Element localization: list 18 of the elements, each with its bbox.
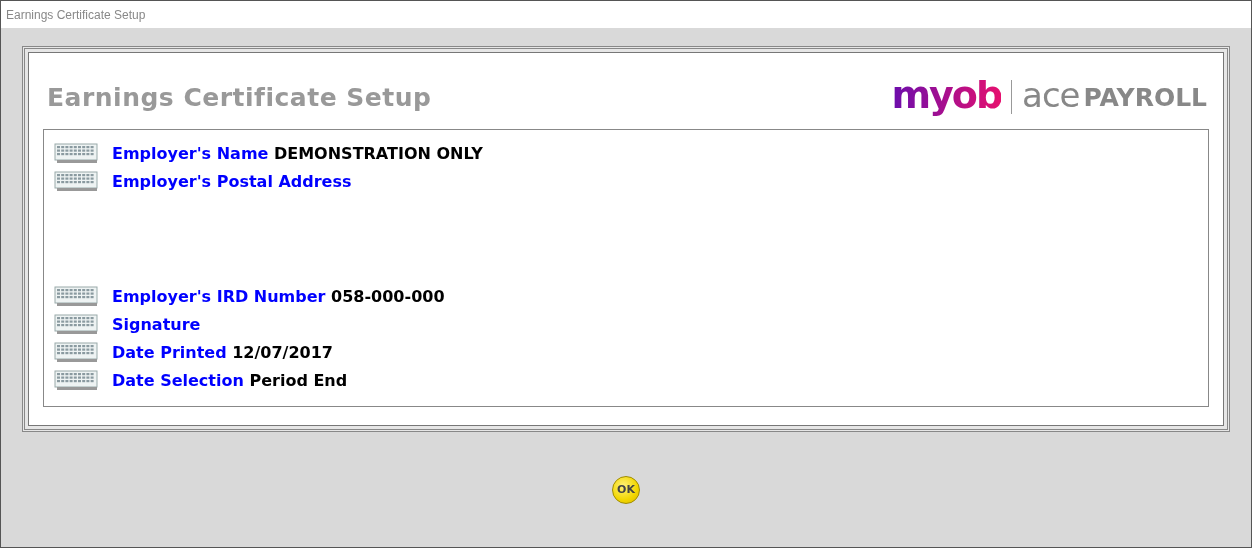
logo-divider: [1011, 80, 1013, 114]
keyboard-icon[interactable]: [54, 171, 98, 191]
field-text: Employer's Postal Address: [112, 171, 352, 191]
keyboard-icon[interactable]: [54, 143, 98, 163]
ok-button[interactable]: OK: [612, 475, 640, 504]
keyboard-icon[interactable]: [54, 342, 98, 362]
window-title: Earnings Certificate Setup: [6, 7, 146, 22]
keyboard-icon[interactable]: [54, 314, 98, 334]
field-text: Signature: [112, 314, 201, 334]
product-name: ace: [1022, 78, 1080, 116]
product-suffix: PAYROLL: [1083, 82, 1207, 112]
field-text: Date Printed 12/07/2017: [112, 342, 333, 362]
keyboard-icon[interactable]: [54, 370, 98, 390]
page-heading: Earnings Certificate Setup: [47, 82, 432, 112]
field-text: Employer's Name DEMONSTRATION ONLY: [112, 143, 483, 163]
field-text: Employer's IRD Number 058-000-000: [112, 286, 445, 306]
field-text: Date Selection Period End: [112, 370, 348, 390]
keyboard-icon[interactable]: [54, 286, 98, 306]
